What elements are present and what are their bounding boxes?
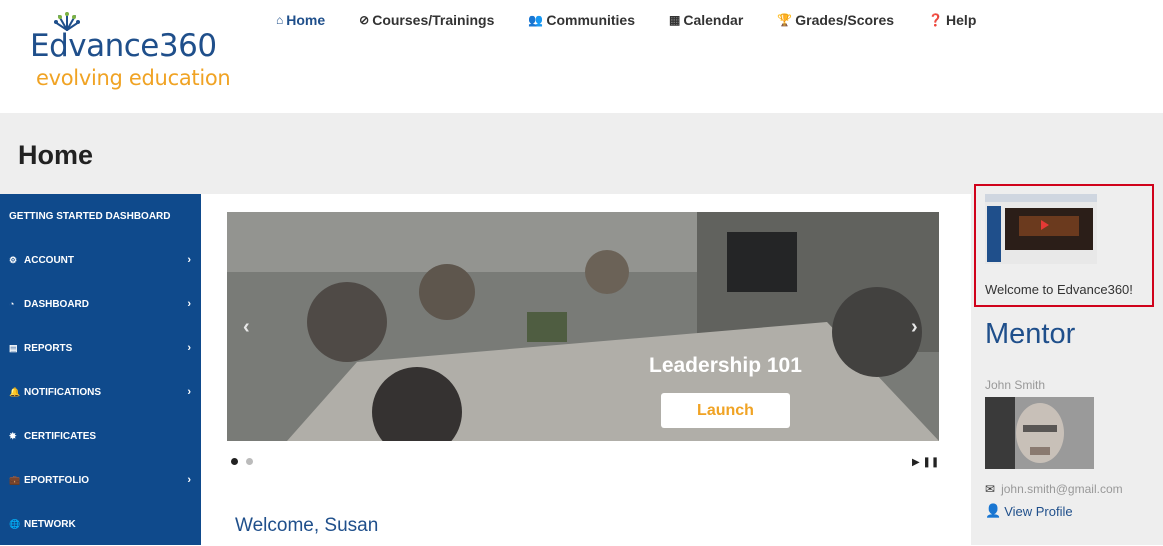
nav-home-label: Home	[286, 12, 326, 28]
nav-communities-label: Communities	[546, 12, 636, 28]
sidebar-item-account[interactable]: ⚙ ACCOUNT ›	[0, 238, 201, 282]
briefcase-icon: 💼	[9, 474, 21, 485]
video-caption: Welcome to Edvance360!	[985, 282, 1133, 297]
welcome-video-widget: Welcome to Edvance360!	[974, 184, 1154, 307]
sidebar-item-network[interactable]: 🌐 NETWORK	[0, 502, 201, 546]
mentor-email-link[interactable]: ✉ john.smith@gmail.com	[985, 482, 1123, 496]
logo-name: Edvance	[30, 28, 159, 64]
mentor-name: John Smith	[985, 378, 1046, 392]
sidebar: GETTING STARTED DASHBOARD ⚙ ACCOUNT › ◔ DAS…	[0, 194, 201, 545]
carousel-slide-image: ‹ ›	[227, 212, 939, 441]
nav-help[interactable]: ❓ Help	[928, 12, 976, 28]
sidebar-item-notifications[interactable]: 🔔 NOTIFICATIONS ›	[0, 370, 201, 414]
top-header: Edvance360 evolving education ⌂ Home ⊘ Cou…	[0, 0, 1163, 113]
compass-icon: ⊘	[359, 13, 370, 27]
sidebar-item-label: NETWORK	[24, 518, 76, 530]
sidebar-item-reports[interactable]: ▤ REPORTS ›	[0, 326, 201, 370]
nav-grades-label: Grades/Scores	[795, 12, 895, 28]
page-title: Home	[18, 140, 94, 170]
user-icon: 👤	[985, 503, 1002, 518]
logo-wordmark: Edvance360	[30, 28, 217, 64]
sidebar-item-certificates[interactable]: ✸ CERTIFICATES	[0, 414, 201, 458]
home-icon: ⌂	[276, 13, 284, 27]
chevron-right-icon: ›	[187, 254, 191, 266]
slide-title: Leadership 101	[649, 354, 802, 377]
envelope-icon: ✉	[985, 482, 996, 496]
dashboard-icon: ◔	[9, 299, 15, 309]
nav-grades[interactable]: 🏆 Grades/Scores	[777, 12, 894, 28]
trophy-icon: 🏆	[777, 13, 793, 27]
carousel-dot-1[interactable]	[231, 458, 238, 465]
calendar-icon: ▦	[669, 13, 681, 27]
sidebar-item-getting-started[interactable]: GETTING STARTED DASHBOARD	[0, 194, 201, 238]
view-profile-label: View Profile	[1004, 503, 1073, 519]
welcome-heading: Welcome, Susan	[235, 515, 379, 536]
carousel-prev-arrow[interactable]: ‹	[243, 316, 250, 339]
meeting-photo	[227, 212, 939, 441]
logo-number: 360	[158, 28, 217, 64]
mentor-avatar	[985, 397, 1094, 469]
sidebar-item-label: CERTIFICATES	[24, 430, 97, 442]
sidebar-item-label: ACCOUNT	[24, 254, 74, 266]
chevron-right-icon: ›	[187, 298, 191, 310]
sidebar-item-label: GETTING STARTED DASHBOARD	[9, 210, 171, 222]
nav-communities[interactable]: 👥 Communities	[528, 12, 635, 28]
logo-tagline: evolving education	[36, 66, 231, 90]
play-icon[interactable]: ▶	[912, 457, 920, 468]
nav-calendar-label: Calendar	[683, 12, 744, 28]
sidebar-item-eportfolio[interactable]: 💼 EPORTFOLIO ›	[0, 458, 201, 502]
carousel-dot-2[interactable]	[246, 458, 253, 465]
view-profile-link[interactable]: 👤 View Profile	[985, 503, 1073, 519]
mentor-heading: Mentor	[985, 318, 1076, 350]
video-thumbnail-image	[985, 194, 1097, 264]
users-icon: 👥	[528, 13, 544, 27]
nav-calendar[interactable]: ▦ Calendar	[669, 12, 743, 28]
chevron-right-icon: ›	[187, 342, 191, 354]
sidebar-item-label: REPORTS	[24, 342, 73, 354]
globe-icon: 🌐	[9, 518, 21, 529]
page-header: Home	[0, 113, 1163, 194]
carousel-play-pause-control[interactable]: ▶ ❚❚	[912, 457, 939, 468]
brand-logo[interactable]: Edvance360 evolving education	[30, 10, 240, 100]
chevron-right-icon: ›	[187, 386, 191, 398]
nav-courses[interactable]: ⊘ Courses/Trainings	[359, 12, 494, 28]
carousel-indicators	[231, 458, 253, 465]
cogs-icon: ⚙	[9, 254, 18, 265]
reports-icon: ▤	[9, 342, 18, 353]
video-thumbnail[interactable]	[985, 194, 1097, 264]
sidebar-item-label: DASHBOARD	[24, 298, 89, 310]
bell-icon: 🔔	[9, 386, 21, 397]
nav-help-label: Help	[946, 12, 977, 28]
chevron-right-icon: ›	[187, 474, 191, 486]
sidebar-item-dashboard[interactable]: ◔ DASHBOARD ›	[0, 282, 201, 326]
mentor-photo-image	[985, 397, 1094, 469]
nav-home[interactable]: ⌂ Home	[276, 12, 325, 28]
certificate-icon: ✸	[9, 430, 17, 441]
help-icon: ❓	[928, 13, 944, 27]
launch-button[interactable]: Launch	[661, 393, 790, 428]
carousel-next-arrow[interactable]: ›	[911, 316, 918, 339]
mentor-email-text: john.smith@gmail.com	[1001, 482, 1123, 496]
sidebar-item-label: EPORTFOLIO	[24, 474, 89, 486]
sidebar-item-label: NOTIFICATIONS	[24, 386, 102, 398]
pause-icon[interactable]: ❚❚	[922, 457, 939, 468]
main-nav: ⌂ Home ⊘ Courses/Trainings 👥 Communities ▦ C…	[276, 12, 1010, 28]
nav-courses-label: Courses/Trainings	[372, 12, 495, 28]
